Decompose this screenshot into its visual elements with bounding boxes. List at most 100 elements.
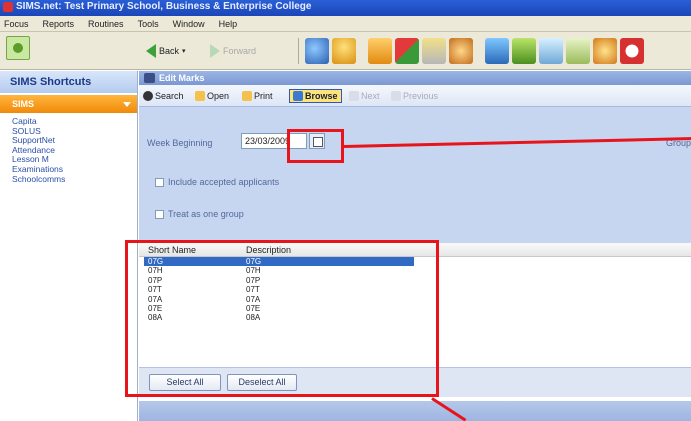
report-icon[interactable] — [512, 38, 536, 64]
list-header: Short Name Description — [139, 243, 691, 257]
group-list: 07G 07G 07H 07H 07P 07P 07T 07T 07A 07A … — [139, 257, 691, 323]
back-arrow-icon — [146, 44, 156, 58]
menu-tools[interactable]: Tools — [138, 16, 159, 31]
open-button[interactable]: Open — [195, 89, 229, 103]
sidebar-list: Capita SOLUS SupportNet Attendance Lesso… — [0, 113, 137, 184]
tool-icons — [305, 38, 644, 64]
chevron-down-icon[interactable]: ▾ — [182, 47, 186, 55]
sidebar-group-sims[interactable]: SIMS — [0, 95, 137, 113]
treat-as-one-group-row[interactable]: Treat as one group — [155, 209, 244, 219]
select-all-button[interactable]: Select All — [149, 374, 221, 391]
menu-reports[interactable]: Reports — [43, 16, 75, 31]
calendar-icon[interactable] — [309, 133, 325, 149]
person-icon[interactable] — [332, 38, 356, 64]
next-button[interactable]: Next — [349, 89, 380, 103]
list-row[interactable]: 07H 07H — [139, 266, 691, 275]
document-icon[interactable] — [566, 38, 590, 64]
panel-title-bar: Edit Marks — [139, 71, 691, 85]
command-bar: Search Open Print Browse Next Previous — [139, 85, 691, 107]
scroll-icon[interactable] — [422, 38, 446, 64]
next-label: Next — [361, 91, 380, 101]
flag-icon[interactable] — [395, 38, 419, 64]
folder-icon — [195, 91, 205, 101]
menu-help[interactable]: Help — [219, 16, 238, 31]
window-title: SIMS.net: Test Primary School, Business … — [16, 1, 312, 12]
row-description: 07E — [246, 303, 261, 313]
clock-icon[interactable] — [620, 38, 644, 64]
row-short-name: 07E — [148, 303, 163, 313]
print-label: Print — [254, 91, 273, 101]
row-description: 08A — [246, 313, 261, 323]
list-row[interactable]: 07T 07T — [139, 285, 691, 294]
binoculars-icon — [143, 91, 153, 101]
list-row[interactable]: 07A 07A — [139, 295, 691, 304]
printer-icon — [242, 91, 252, 101]
previous-icon — [391, 91, 401, 101]
browse-button[interactable]: Browse — [289, 89, 342, 103]
row-description: 07P — [246, 275, 261, 285]
row-description: 07A — [246, 294, 261, 304]
row-description: 07T — [246, 285, 260, 295]
list-row[interactable]: 07G 07G — [144, 257, 414, 267]
menu-bar: Focus Reports Routines Tools Window Help — [0, 16, 691, 32]
week-beginning-input[interactable]: 23/03/2009 — [241, 133, 307, 149]
browse-icon — [293, 91, 303, 101]
previous-label: Previous — [403, 91, 439, 101]
treat-as-one-group-label: Treat as one group — [168, 209, 244, 219]
menu-routines[interactable]: Routines — [88, 16, 124, 31]
group-icon[interactable] — [449, 38, 473, 64]
row-short-name: 07T — [148, 285, 162, 295]
column-header-description[interactable]: Description — [246, 245, 291, 255]
row-short-name: 07G — [148, 257, 164, 266]
sidebar-title: SIMS Shortcuts — [0, 71, 137, 93]
app-icon — [3, 2, 13, 12]
shortcuts-sidebar: SIMS Shortcuts SIMS Capita SOLUS Support… — [0, 71, 138, 421]
main-toolbar: Back ▾ Forward — [0, 32, 691, 70]
forward-button[interactable]: Forward — [210, 44, 256, 58]
week-beginning-label: Week Beginning — [147, 138, 213, 148]
table-icon[interactable] — [539, 38, 563, 64]
menu-window[interactable]: Window — [173, 16, 205, 31]
row-short-name: 07H — [148, 266, 163, 276]
sidebar-item-schoolcomms[interactable]: Schoolcomms — [12, 174, 137, 185]
list-row[interactable]: 07P 07P — [139, 276, 691, 285]
sidebar-group-label: SIMS — [12, 99, 35, 109]
previous-button[interactable]: Previous — [391, 89, 438, 103]
row-short-name: 07A — [148, 294, 163, 304]
treat-as-one-group-checkbox[interactable] — [155, 209, 164, 219]
edit-marks-icon — [144, 73, 155, 83]
menu-focus[interactable]: Focus — [4, 16, 29, 31]
browse-label: Browse — [305, 91, 338, 101]
include-applicants-row[interactable]: Include accepted applicants — [155, 177, 279, 187]
home-icon[interactable] — [6, 36, 30, 60]
row-short-name: 08A — [148, 313, 163, 323]
list-footer: Select All Deselect All — [139, 367, 691, 397]
open-label: Open — [207, 91, 230, 101]
coin-icon[interactable] — [593, 38, 617, 64]
chevron-down-icon — [123, 102, 131, 107]
toolbar-divider — [298, 38, 299, 64]
group-list-panel: Short Name Description 07G 07G 07H 07H 0… — [139, 243, 691, 421]
back-label: Back — [159, 46, 180, 56]
row-description: 07H — [246, 266, 261, 276]
back-button[interactable]: Back ▾ — [146, 44, 186, 58]
column-header-short-name[interactable]: Short Name — [148, 245, 196, 255]
print-button[interactable]: Print — [242, 89, 273, 103]
row-short-name: 07P — [148, 275, 163, 285]
search-button[interactable]: Search — [143, 89, 184, 103]
forward-label: Forward — [223, 46, 257, 56]
panel-title: Edit Marks — [159, 73, 205, 83]
edit-marks-panel: Edit Marks Search Open Print Browse Next… — [139, 71, 691, 421]
list-row[interactable]: 08A 08A — [139, 313, 691, 322]
book-icon[interactable] — [368, 38, 392, 64]
chart-icon[interactable] — [485, 38, 509, 64]
list-row[interactable]: 07E 07E — [139, 304, 691, 313]
include-applicants-checkbox[interactable] — [155, 177, 164, 187]
include-applicants-label: Include accepted applicants — [168, 177, 280, 187]
panel-bottom-strip — [139, 401, 691, 421]
students-icon[interactable] — [305, 38, 329, 64]
deselect-all-button[interactable]: Deselect All — [227, 374, 297, 391]
row-description: 07G — [246, 257, 262, 266]
